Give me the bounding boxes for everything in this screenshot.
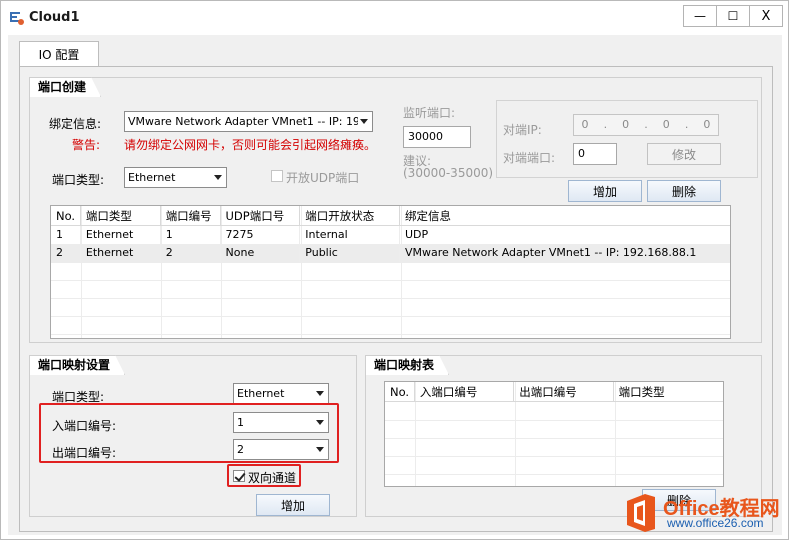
cell-udp-port: 7275 — [221, 226, 301, 244]
mapping-table-title: 端口映射表 — [365, 355, 449, 375]
bidirectional-highlight — [227, 464, 301, 487]
add-mapping-button[interactable]: 增加 — [256, 494, 330, 516]
peer-ip-octet-1: 0 — [581, 118, 589, 131]
watermark-url: www.office26.com — [667, 516, 764, 530]
col-udp-port[interactable]: UDP端口号 — [221, 206, 301, 226]
minimize-button[interactable]: — — [683, 5, 717, 27]
listen-port-label: 监听端口: — [403, 106, 456, 120]
chevron-down-icon — [214, 175, 222, 180]
cell-open-state: Public — [300, 244, 400, 262]
office-watermark: Office教程网 www.office26.com — [623, 491, 788, 539]
table-row[interactable]: 1 Ethernet 1 7275 Internal UDP — [51, 226, 730, 244]
cell-open-state: Internal — [300, 226, 400, 244]
col-no[interactable]: No. — [51, 206, 81, 226]
cloud-app-icon — [10, 12, 24, 25]
cell-port-number: 2 — [161, 244, 221, 262]
warning-label: 警告: — [72, 138, 101, 152]
maximize-icon: ☐ — [727, 9, 739, 23]
title-bar[interactable]: Cloud1 — ☐ X — [1, 1, 788, 35]
port-mapping-title: 端口映射设置 — [29, 355, 125, 375]
maximize-button[interactable]: ☐ — [716, 5, 750, 27]
cell-port-number: 1 — [161, 226, 221, 244]
cell-no: 2 — [51, 244, 81, 262]
open-udp-checkbox[interactable] — [271, 170, 283, 182]
peer-ip-input[interactable]: 0. 0. 0. 0 — [573, 114, 719, 136]
peer-ip-octet-2: 0 — [622, 118, 630, 131]
minimize-icon: — — [694, 9, 706, 23]
bind-info-value: VMware Network Adapter VMnet1 -- IP: 192… — [128, 115, 358, 128]
close-icon: X — [761, 8, 771, 24]
chevron-down-icon — [360, 119, 368, 124]
port-mapping-group: 端口映射设置 端口类型: Ethernet 入端口编号: 1 出端口编号: 2 — [29, 355, 357, 517]
mapping-port-type-select[interactable]: Ethernet — [233, 383, 329, 404]
port-create-group: 端口创建 绑定信息: VMware Network Adapter VMnet1… — [29, 77, 762, 343]
bind-info-select[interactable]: VMware Network Adapter VMnet1 -- IP: 192… — [124, 111, 373, 132]
col-bind-info[interactable]: 绑定信息 — [400, 206, 730, 226]
cloud-window: Cloud1 — ☐ X IO 配置 端口创建 绑定信息: VMware Net… — [0, 0, 789, 540]
col-open-state[interactable]: 端口开放状态 — [300, 206, 400, 226]
cell-bind-info: VMware Network Adapter VMnet1 -- IP: 192… — [404, 246, 697, 259]
mapping-table[interactable]: No. 入端口编号 出端口编号 端口类型 — [384, 381, 724, 487]
peer-ip-octet-4: 0 — [703, 118, 711, 131]
cell-port-type: Ethernet — [81, 226, 161, 244]
port-table-header: No. 端口类型 端口编号 UDP端口号 端口开放状态 绑定信息 — [51, 206, 730, 226]
port-selection-highlight — [39, 403, 339, 463]
close-button[interactable]: X — [749, 5, 783, 27]
open-udp-label: 开放UDP端口 — [286, 171, 360, 185]
peer-settings-box: 对端IP: 0. 0. 0. 0 对端端口: 0 修改 — [496, 100, 758, 178]
port-create-title: 端口创建 — [29, 77, 101, 97]
port-table[interactable]: No. 端口类型 端口编号 UDP端口号 端口开放状态 绑定信息 1 Ether… — [50, 205, 731, 339]
cell-bind-info: UDP — [404, 228, 429, 241]
col-port-number[interactable]: 端口编号 — [161, 206, 221, 226]
port-type-value: Ethernet — [128, 171, 176, 184]
peer-ip-label: 对端IP: — [503, 123, 542, 137]
listen-port-input[interactable]: 30000 — [403, 126, 471, 148]
col-out-port[interactable]: 出端口编号 — [514, 382, 614, 402]
cell-udp-port: None — [221, 244, 301, 262]
table-row[interactable]: 2 Ethernet 2 None Public VMware Network … — [51, 244, 730, 262]
chevron-down-icon — [316, 391, 324, 396]
office-logo-icon — [627, 494, 655, 532]
port-type-select[interactable]: Ethernet — [124, 167, 227, 188]
mapping-port-type-value: Ethernet — [237, 387, 285, 400]
peer-port-label: 对端端口: — [503, 151, 556, 165]
col-port-type[interactable]: 端口类型 — [614, 382, 723, 402]
col-port-type[interactable]: 端口类型 — [81, 206, 161, 226]
port-type-label: 端口类型: — [52, 173, 105, 187]
peer-port-input[interactable]: 0 — [573, 143, 617, 165]
delete-port-button[interactable]: 删除 — [647, 180, 721, 202]
add-port-button[interactable]: 增加 — [568, 180, 642, 202]
bind-info-label: 绑定信息: — [49, 117, 102, 131]
client-area: IO 配置 端口创建 绑定信息: VMware Network Adapter … — [8, 35, 782, 535]
mapping-table-header: No. 入端口编号 出端口编号 端口类型 — [385, 382, 723, 402]
cell-port-type: Ethernet — [81, 244, 161, 262]
peer-ip-octet-3: 0 — [662, 118, 670, 131]
warning-text: 请勿绑定公网网卡，否则可能会引起网络瘫痪。 — [124, 138, 377, 152]
window-title: Cloud1 — [29, 10, 80, 25]
cell-no: 1 — [51, 226, 81, 244]
modify-button[interactable]: 修改 — [647, 143, 721, 165]
col-no[interactable]: No. — [385, 382, 415, 402]
io-config-page: 端口创建 绑定信息: VMware Network Adapter VMnet1… — [19, 66, 773, 532]
col-in-port[interactable]: 入端口编号 — [415, 382, 515, 402]
tab-io-config[interactable]: IO 配置 — [19, 41, 99, 67]
suggest-range: (30000-35000) — [403, 166, 494, 180]
